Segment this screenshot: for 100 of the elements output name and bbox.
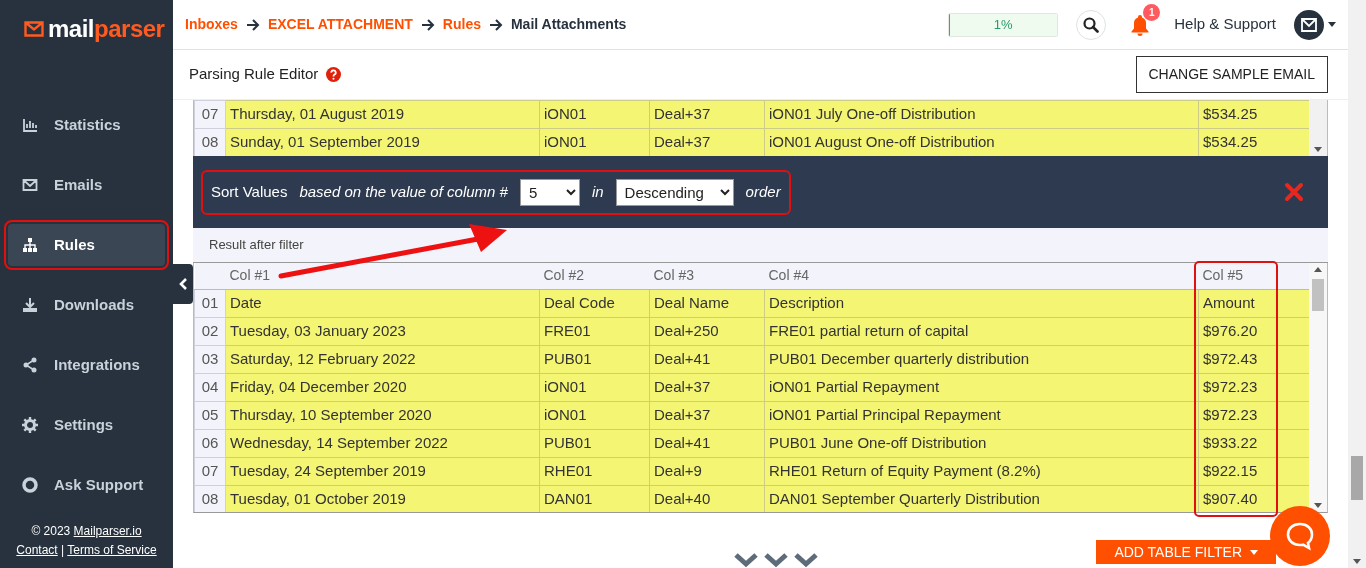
- scroll-up-icon[interactable]: [1314, 267, 1322, 272]
- bell-icon[interactable]: [1130, 14, 1151, 36]
- table-cell: Thursday, 01 August 2019: [225, 100, 540, 129]
- scrollbar-thumb[interactable]: [1351, 456, 1363, 500]
- settings-icon: [22, 417, 38, 433]
- search-button[interactable]: [1076, 9, 1107, 40]
- table-cell: FRE01: [539, 317, 650, 345]
- scrollbar[interactable]: [1309, 263, 1327, 512]
- account-menu[interactable]: [1294, 9, 1336, 40]
- table-cell: iON01: [539, 100, 650, 129]
- table-cell: iON01: [539, 401, 650, 429]
- table-cell: Deal Code: [539, 289, 650, 317]
- arrow-right-icon: [488, 18, 503, 31]
- row-number: 03: [194, 345, 226, 373]
- filter-text: based on the value of column #: [299, 181, 508, 202]
- table-cell: FRE01 partial return of capital: [764, 317, 1199, 345]
- table-cell: Deal+37: [649, 401, 765, 429]
- scroll-down-icon[interactable]: [1314, 503, 1322, 508]
- notification-count: 1: [1143, 4, 1161, 21]
- row-number: 08: [194, 128, 226, 156]
- footer-link[interactable]: Contact: [16, 543, 58, 557]
- download-icon: [22, 297, 38, 313]
- table-cell: PUB01 December quarterly distribution: [764, 345, 1199, 373]
- table-cell: $534.25: [1198, 100, 1309, 129]
- usage-meter: 1%: [948, 12, 1059, 37]
- sidebar-item[interactable]: Settings: [8, 404, 165, 446]
- envelope-icon: [22, 177, 38, 193]
- caret-icon: [1250, 549, 1258, 555]
- table-cell: iON01 August One-off Distribution: [764, 128, 1199, 156]
- scroll-down-icon[interactable]: [1314, 147, 1322, 152]
- select-field[interactable]: 5: [519, 178, 580, 206]
- table-cell: Tuesday, 24 September 2019: [225, 457, 540, 485]
- table-cell: Deal Name: [649, 289, 765, 317]
- table-cell: Date: [225, 289, 540, 317]
- breadcrumb-current: Mail Attachments: [510, 15, 627, 34]
- table-cell: Tuesday, 01 October 2019: [225, 485, 540, 512]
- speech-bubble-icon: [1285, 521, 1315, 551]
- table-cell: $534.25: [1198, 128, 1309, 156]
- row-number: 06: [194, 429, 226, 457]
- table-cell: Deal+37: [649, 100, 765, 129]
- column-header: Col #3: [649, 263, 765, 289]
- table-cell: Tuesday, 03 January 2023: [225, 317, 540, 345]
- arrow-right-icon: [420, 18, 435, 31]
- table-cell: PUB01: [539, 345, 650, 373]
- hierarchy-icon: [22, 237, 38, 253]
- sidebar-item[interactable]: Emails: [8, 164, 165, 206]
- sidebar-item[interactable]: Downloads: [8, 284, 165, 326]
- envelope-icon: [1301, 17, 1317, 32]
- table-cell: Thursday, 10 September 2020: [225, 401, 540, 429]
- table-cell: RHE01 Return of Equity Payment (8.2%): [764, 457, 1199, 485]
- table-cell: Deal+41: [649, 345, 765, 373]
- table-cell: Sunday, 01 September 2019: [225, 128, 540, 156]
- help-icon[interactable]: [326, 67, 342, 82]
- close-icon[interactable]: [1284, 182, 1304, 202]
- change-sample-email-button[interactable]: CHANGE SAMPLE EMAIL: [1135, 56, 1328, 93]
- scrollbar-thumb[interactable]: [1312, 279, 1324, 311]
- table-cell: Deal+41: [649, 429, 765, 457]
- table-cell: Description: [764, 289, 1199, 317]
- sidebar-item[interactable]: Statistics: [8, 104, 165, 146]
- table-cell: Deal+250: [649, 317, 765, 345]
- chevron-left-icon: [178, 277, 188, 291]
- table-cell: Deal+40: [649, 485, 765, 512]
- footer-link[interactable]: Terms of Service: [67, 543, 157, 557]
- separator: |: [61, 543, 65, 557]
- table-cell: iON01 Partial Repayment: [764, 373, 1199, 401]
- select-field[interactable]: Descending: [615, 178, 734, 206]
- help-link[interactable]: Help & Support: [1174, 13, 1276, 36]
- search-icon: [1083, 16, 1100, 33]
- chat-button[interactable]: [1270, 506, 1330, 566]
- sidebar-item[interactable]: Ask Support: [8, 464, 165, 506]
- table-cell: iON01 Partial Principal Repayment: [764, 401, 1199, 429]
- table-cell: DAN01: [539, 485, 650, 512]
- table-cell: iON01: [539, 128, 650, 156]
- column-header: Col #1: [225, 263, 540, 289]
- collapse-sidebar-button[interactable]: [173, 264, 193, 304]
- table-cell: Deal+37: [649, 373, 765, 401]
- row-number: 08: [194, 485, 226, 512]
- site-link[interactable]: Mailparser.io: [73, 524, 142, 538]
- filter-text: in: [591, 181, 604, 202]
- filter-title: Sort Values: [211, 181, 288, 202]
- table-cell: Wednesday, 14 September 2022: [225, 429, 540, 457]
- sidebar-item[interactable]: Integrations: [8, 344, 165, 386]
- table-cell: Deal+9: [649, 457, 765, 485]
- row-number: 02: [194, 317, 226, 345]
- table-cell: PUB01: [539, 429, 650, 457]
- page-scrollbar[interactable]: [1348, 0, 1366, 568]
- column-header: Col #4: [764, 263, 1199, 289]
- scroll-down-icon[interactable]: [1353, 559, 1361, 564]
- scrollbar[interactable]: [1309, 100, 1327, 156]
- table-cell: iON01: [539, 373, 650, 401]
- mailparser-logo[interactable]: mailparser: [24, 11, 165, 47]
- share-icon: [22, 357, 38, 373]
- column-header: Col #2: [539, 263, 650, 289]
- row-number: 01: [194, 289, 226, 317]
- row-number: 05: [194, 401, 226, 429]
- row-number: 07: [194, 457, 226, 485]
- result-label: Result after filter: [193, 228, 1328, 263]
- row-number: 07: [194, 100, 226, 129]
- copyright-text: © 2023: [31, 524, 71, 538]
- arrow-right-icon: [245, 18, 260, 31]
